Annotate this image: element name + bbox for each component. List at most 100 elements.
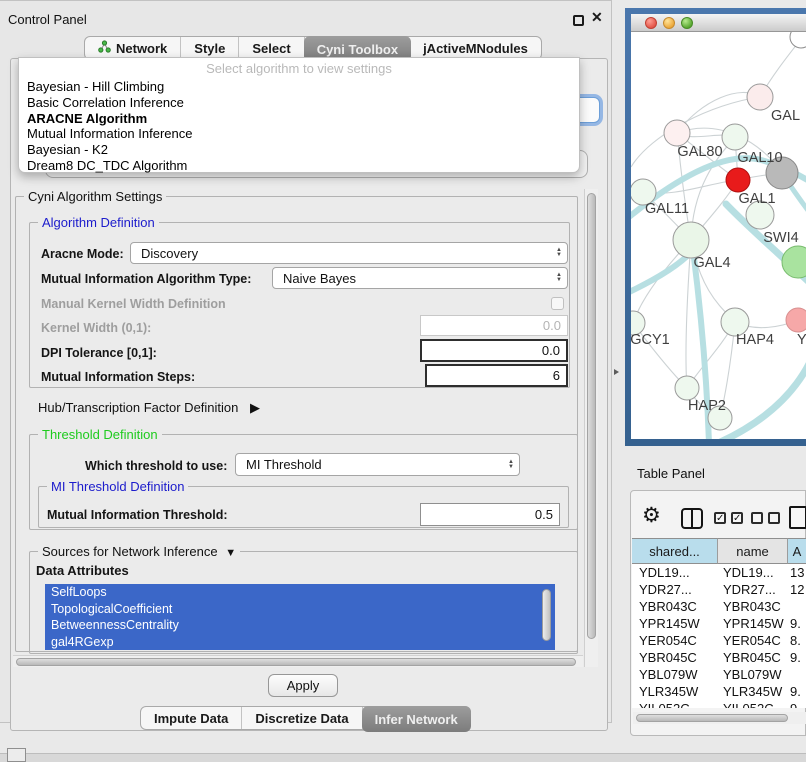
algo-option-bayesian-k2[interactable]: Bayesian - K2 [19, 142, 579, 158]
page-icon[interactable] [789, 506, 806, 529]
node-gal80[interactable] [664, 120, 690, 146]
splitter-arrow-icon[interactable] [614, 369, 619, 375]
table-row[interactable]: YBR043CYBR043C [632, 598, 806, 615]
checked-checkbox-icon[interactable]: ✓ [731, 512, 743, 524]
list-item[interactable]: BetweennessCentrality [45, 617, 555, 634]
table-row[interactable]: YDR27...YDR27...12 [632, 581, 806, 598]
manual-kernel-label: Manual Kernel Width Definition [41, 297, 226, 311]
list-item[interactable]: gal4RGexp [45, 634, 555, 651]
tab-impute-data[interactable]: Impute Data [141, 707, 242, 729]
table-row[interactable]: YBR045CYBR045C9. [632, 649, 806, 666]
split-columns-icon[interactable] [681, 508, 703, 529]
algo-option-mutual-information[interactable]: Mutual Information Inference [19, 126, 579, 142]
data-attributes-list: SelfLoops TopologicalCoefficient Between… [45, 584, 555, 650]
sources-collapse-toggle[interactable]: Sources for Network Inference ▼ [38, 544, 240, 559]
float-window-icon[interactable] [573, 15, 584, 26]
algo-option-dream8[interactable]: Dream8 DC_TDC Algorithm [19, 158, 579, 174]
dpi-tolerance-label: DPI Tolerance [0,1]: [41, 346, 157, 360]
table-row[interactable]: YER054CYER054C8. [632, 632, 806, 649]
checked-checkbox-icon[interactable]: ✓ [714, 512, 726, 524]
stepper-arrows-icon: ▲▼ [508, 460, 514, 470]
unchecked-checkbox-icon[interactable] [768, 512, 780, 524]
node-label: SWI4 [763, 230, 798, 246]
mi-threshold-definition-title: MI Threshold Definition [47, 479, 188, 494]
algo-option-bayesian-hill-climbing[interactable]: Bayesian - Hill Climbing [19, 79, 579, 95]
table-horizontal-scrollbar[interactable] [633, 712, 806, 724]
node-label: GAL [771, 108, 800, 124]
node-unlabeled-top[interactable] [790, 32, 806, 48]
tab-network-label: Network [116, 41, 167, 56]
tab-infer-network[interactable]: Infer Network [362, 706, 471, 732]
table-row[interactable]: YPR145WYPR145W9. [632, 615, 806, 632]
node-gal4[interactable] [673, 222, 709, 258]
aracne-mode-combo[interactable]: Discovery ▲▼ [130, 242, 568, 264]
minimize-traffic-light[interactable] [663, 17, 675, 29]
list-item[interactable]: SelfLoops [45, 584, 555, 601]
close-icon[interactable]: ✕ [591, 9, 603, 26]
tab-discretize-data[interactable]: Discretize Data [242, 707, 362, 729]
unchecked-checkbox-icon[interactable] [751, 512, 763, 524]
network-graph: GAL GAL80 GAL10 GAL1 GAL11 SWI4 GAL4 GCY… [631, 32, 806, 439]
node-gal10[interactable] [722, 124, 748, 150]
gear-icon[interactable]: ⚙ [642, 503, 661, 528]
tab-jactivemnodules[interactable]: jActiveMNodules [410, 37, 541, 59]
mi-algorithm-type-combo[interactable]: Naive Bayes ▲▼ [272, 267, 568, 289]
tab-style[interactable]: Style [181, 37, 239, 59]
algorithm-placeholder: Select algorithm to view settings [19, 58, 579, 79]
column-header-name[interactable]: name [718, 538, 788, 564]
list-scrollbar-thumb[interactable] [542, 589, 551, 641]
column-header-cut[interactable]: A [788, 538, 806, 564]
node-hap2[interactable] [675, 376, 699, 400]
minimized-panel-icon[interactable] [7, 748, 26, 762]
node-label: HAP4 [736, 332, 774, 348]
tab-select[interactable]: Select [239, 37, 304, 59]
algorithm-definition-title: Algorithm Definition [38, 215, 159, 230]
mi-threshold-input[interactable]: 0.5 [420, 503, 560, 526]
algo-option-basic-correlation[interactable]: Basic Correlation Inference [19, 95, 579, 111]
zoom-traffic-light[interactable] [681, 17, 693, 29]
table-row[interactable]: YLR345WYLR345W9. [632, 683, 806, 700]
table-row[interactable]: YIL052CYIL052C9 [632, 700, 806, 708]
node-gal1[interactable] [726, 168, 750, 192]
node-label: GAL10 [737, 150, 782, 166]
apply-button[interactable]: Apply [268, 674, 338, 697]
table-body: YDL19...YDL19...13 YDR27...YDR27...12 YB… [632, 564, 806, 708]
stepper-arrows-icon: ▲▼ [556, 273, 562, 283]
algorithm-dropdown: Select algorithm to view settings Bayesi… [18, 57, 580, 173]
node-label: Y [797, 332, 806, 348]
cyni-algorithm-settings-title: Cyni Algorithm Settings [24, 189, 166, 204]
algo-option-aracne[interactable]: ARACNE Algorithm [19, 111, 579, 127]
mi-threshold-label: Mutual Information Threshold: [47, 508, 228, 522]
which-threshold-label: Which threshold to use: [85, 459, 227, 473]
node-label: GAL4 [693, 255, 730, 271]
aracne-mode-label: Aracne Mode: [41, 247, 124, 261]
column-header-shared[interactable]: shared... [632, 538, 718, 564]
kernel-width-input[interactable]: 0.0 [420, 315, 568, 336]
expanded-arrow-icon: ▼ [225, 547, 236, 559]
list-item[interactable]: TopologicalCoefficient [45, 601, 555, 618]
node-label: GCY1 [631, 332, 670, 348]
node-gal-cut[interactable] [747, 84, 773, 110]
close-traffic-light[interactable] [645, 17, 657, 29]
network-view-window: GAL GAL80 GAL10 GAL1 GAL11 SWI4 GAL4 GCY… [625, 8, 806, 446]
hub-definition-expander[interactable]: Hub/Transcription Factor Definition ▶ [38, 400, 260, 416]
node-label: HAP2 [688, 398, 726, 414]
threshold-definition-title: Threshold Definition [38, 427, 162, 442]
node-green-right[interactable] [782, 246, 806, 278]
manual-kernel-checkbox[interactable] [551, 297, 564, 310]
dpi-tolerance-input[interactable]: 0.0 [420, 339, 568, 362]
which-threshold-combo[interactable]: MI Threshold ▲▼ [235, 453, 520, 476]
network-canvas: GAL GAL80 GAL10 GAL1 GAL11 SWI4 GAL4 GCY… [631, 32, 806, 439]
node-label: GAL1 [738, 191, 775, 207]
mi-steps-input[interactable]: 6 [425, 364, 568, 387]
tab-network[interactable]: Network [85, 37, 181, 59]
kernel-width-label: Kernel Width (0,1): [41, 321, 151, 335]
node-y-cut[interactable] [786, 308, 806, 332]
table-row[interactable]: YDL19...YDL19...13 [632, 564, 806, 581]
settings-vertical-scrollbar[interactable] [584, 189, 598, 667]
table-row[interactable]: YBL079WYBL079W [632, 666, 806, 683]
network-window-titlebar[interactable] [631, 14, 806, 32]
mi-algorithm-type-label: Mutual Information Algorithm Type: [41, 272, 251, 286]
stepper-arrows-icon: ▲▼ [556, 248, 562, 258]
settings-horizontal-scrollbar[interactable] [13, 655, 583, 667]
